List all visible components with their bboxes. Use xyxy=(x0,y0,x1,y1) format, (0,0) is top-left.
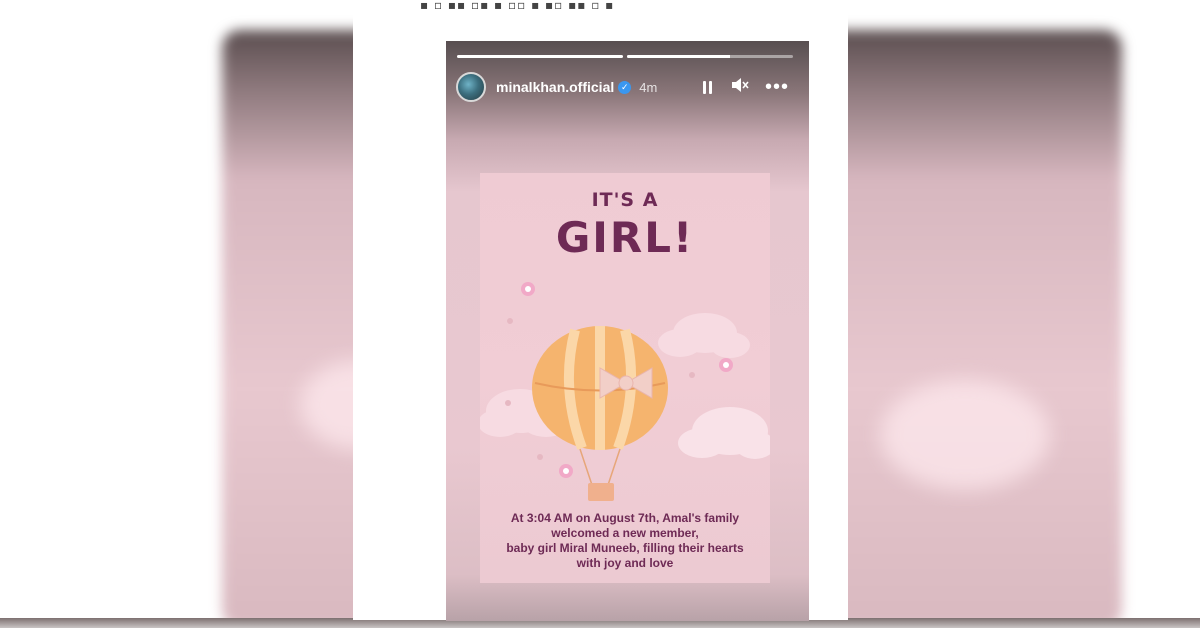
username[interactable]: minalkhan.official xyxy=(496,79,614,95)
headline-its-a: IT'S A xyxy=(591,189,659,211)
hot-air-balloon-illustration xyxy=(480,282,770,501)
blurred-cloud-right xyxy=(880,380,1050,490)
cloud-right-upper xyxy=(658,313,750,358)
avatar[interactable] xyxy=(456,72,486,102)
story-header: minalkhan.official ✓ 4m ••• xyxy=(456,71,789,103)
story-controls: ••• xyxy=(701,77,789,98)
cloud-right-lower xyxy=(678,407,770,459)
progress-fill-2 xyxy=(627,55,730,58)
mute-icon[interactable] xyxy=(731,77,749,98)
announcement-message: At 3:04 AM on August 7th, Amal's family … xyxy=(488,511,762,571)
more-icon[interactable]: ••• xyxy=(765,77,789,97)
pause-icon[interactable] xyxy=(701,79,715,95)
message-line-2: welcomed a new member, xyxy=(551,526,699,540)
message-line-1: At 3:04 AM on August 7th, Amal's family xyxy=(510,511,740,525)
story-progress xyxy=(457,55,793,58)
progress-fill-1 xyxy=(457,55,623,58)
progress-segment-2 xyxy=(627,55,793,58)
message-line-3: baby girl Miral Muneeb, filling their he… xyxy=(506,541,744,555)
progress-segment-1 xyxy=(457,55,623,58)
verified-badge-icon: ✓ xyxy=(618,80,632,94)
headline-girl: GIRL! xyxy=(555,213,695,262)
post-time: 4m xyxy=(639,79,658,95)
story-viewer[interactable]: minalkhan.official ✓ 4m ••• IT'S A GIRL! xyxy=(446,41,809,621)
balloon xyxy=(532,326,668,501)
message-line-4: with joy and love xyxy=(576,556,674,570)
baby-announcement-card: IT'S A GIRL! At 3:04 AM on August 7th, A… xyxy=(480,173,770,583)
